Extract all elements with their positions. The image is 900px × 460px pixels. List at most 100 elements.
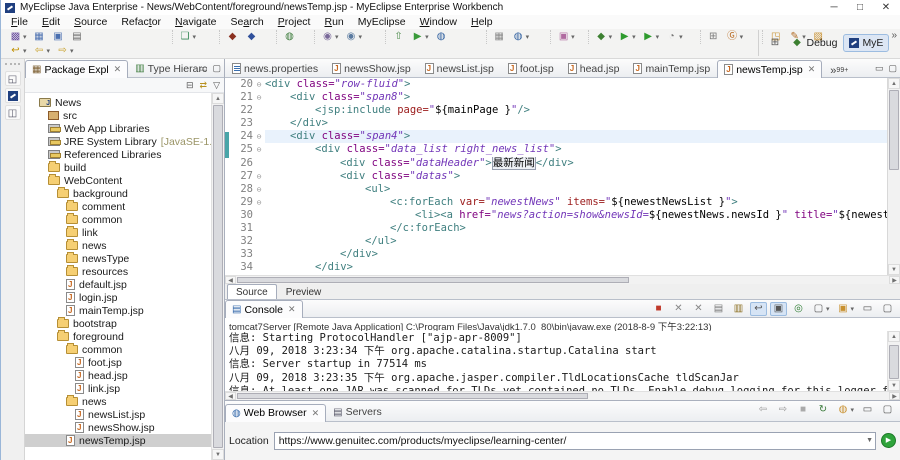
menu-help[interactable]: Help [464,15,500,29]
close-tab-icon[interactable]: ✕ [808,64,816,75]
tree-item-foot-jsp[interactable]: foot.jsp [25,356,211,369]
tree-item-news[interactable]: News [25,96,211,109]
tree-item-link[interactable]: link [25,226,211,239]
console-hscrollbar[interactable]: ◀ ▶ [225,390,900,400]
debug-button[interactable]: ◆ ▾ [593,30,615,44]
maximize-view-button[interactable]: ▢ [212,62,221,74]
fold-collapse-icon[interactable]: ⊖ [253,195,265,209]
editor-tab-news-properties[interactable]: news.properties [225,59,325,77]
tree-item-build[interactable]: build [25,161,211,174]
tree-item-jre-system-library[interactable]: JRE System Library[JavaSE-1.7] [25,135,211,148]
save-button[interactable]: ▦ [31,30,48,44]
tree-item-foreground[interactable]: foreground [25,330,211,343]
menu-navigate[interactable]: Navigate [168,15,223,29]
editor-tab-newslist-jsp[interactable]: newsList.jsp [418,59,501,77]
fold-collapse-icon[interactable]: ⊖ [253,78,265,92]
fold-collapse-icon[interactable]: ⊖ [253,91,265,105]
debug-perspective-button[interactable]: ◆ Debug [784,34,843,52]
editor-scrollbar[interactable]: ▲ ▼ [887,78,900,275]
editor-tab-head-jsp[interactable]: head.jsp [561,59,627,77]
scroll-up-icon[interactable]: ▲ [212,93,224,104]
tree-item-common[interactable]: common [25,213,211,226]
web-globe-button[interactable]: ◍ [433,30,450,44]
code-editor[interactable]: 20 ⊖ <div class="row-fluid"> 21 ⊖ <div class=… [225,78,900,275]
scroll-down-icon[interactable]: ▼ [888,379,900,391]
tree-item-newslist-jsp[interactable]: newsList.jsp [25,408,211,421]
user-install-button[interactable]: ◉ ▾ [319,30,341,44]
menu-window[interactable]: Window [413,15,464,29]
new-table-button[interactable]: ▦ [491,30,508,44]
go-button[interactable]: ▶ [881,433,896,449]
tree-item-newstype[interactable]: newsType [25,252,211,265]
tree-item-web-app-libraries[interactable]: Web App Libraries [25,122,211,135]
tree-item-default-jsp[interactable]: default.jsp [25,278,211,291]
open-perspective-button[interactable]: ⊞ [766,36,783,50]
minimize-view-button[interactable]: ▭ [199,62,208,74]
tree-item-head-jsp[interactable]: head.jsp [25,369,211,382]
remove-launch-button[interactable]: ✕ [670,302,687,316]
run-history-button[interactable]: ▶ ▾ [640,30,662,44]
console-log[interactable]: 信息: Starting ProtocolHandler ["ajp-apr-8… [225,331,887,391]
scroll-down-icon[interactable]: ▼ [212,449,224,460]
print-button[interactable]: ▤ [69,30,86,44]
fold-collapse-icon[interactable]: ⊖ [253,130,265,144]
clear-console-button[interactable]: ▤ [710,302,727,316]
scroll-right-icon[interactable]: ▶ [889,276,900,284]
tree-item-newsshow-jsp[interactable]: newsShow.jsp [25,421,211,434]
hidden-tabs-chevron[interactable]: » 99+ [830,65,848,77]
location-dropdown-icon[interactable]: ▼ [866,437,873,444]
tab-console[interactable]: ▤ Console ✕ [225,300,303,318]
page-tab-source[interactable]: Source [227,284,277,299]
display-console-button[interactable]: ▢ ▾ [810,302,832,316]
tree-item-link-jsp[interactable]: link.jsp [25,382,211,395]
menu-edit[interactable]: Edit [35,15,67,29]
tree-item-news[interactable]: news [25,239,211,252]
link-with-editor-button[interactable]: ⇄ [200,80,208,91]
close-tab-icon[interactable]: ✕ [114,64,122,75]
menu-source[interactable]: Source [67,15,114,29]
run-server-button[interactable]: ▶ ▾ [409,30,431,44]
deploy-cube-button[interactable]: ◆ [224,30,241,44]
scroll-left-icon[interactable]: ◀ [225,391,236,400]
open-view-button[interactable]: ◫ [4,105,21,120]
tree-item-referenced-libraries[interactable]: Referenced Libraries [25,148,211,161]
browser-forward-button[interactable]: ⇨ [774,403,791,417]
myeclipse-perspective-button[interactable]: MyE [843,34,890,52]
close-button[interactable]: ✕ [880,2,892,13]
menu-refactor[interactable]: Refactor [114,15,168,29]
terminate-button[interactable]: ■ [650,302,667,316]
menu-search[interactable]: Search [223,15,270,29]
tree-item-webcontent[interactable]: WebContent [25,174,211,187]
insert-image-button[interactable]: ▣ ▾ [555,30,577,44]
console-scrollbar[interactable]: ▲ ▼ [887,331,900,391]
location-input[interactable] [273,431,876,450]
forward-button[interactable]: ⇨ ▾ [54,44,76,58]
scroll-lock-button[interactable]: ▥ [730,302,747,316]
show-on-output-button[interactable]: ▣ [769,302,787,316]
open-web-button[interactable]: ◍ ▾ [510,30,532,44]
tree-item-comment[interactable]: comment [25,200,211,213]
open-external-button[interactable]: ◍ ▾ [834,403,856,417]
junit-button[interactable]: ⊞ [705,30,722,44]
tab-package-expl[interactable]: ▦ Package Expl ✕ [25,60,129,78]
editor-tab-maintemp-jsp[interactable]: mainTemp.jsp [626,59,717,77]
maximize-browser-button[interactable]: ▢ [879,403,896,417]
page-tab-preview[interactable]: Preview [277,284,331,299]
pin-console-button[interactable]: ◎ [790,302,807,316]
minimize-console-button[interactable]: ▭ [859,302,876,316]
refresh-gen-button[interactable]: Ⓖ ▾ [724,30,746,44]
close-tab-icon[interactable]: ✕ [288,304,296,315]
tree-item-login-jsp[interactable]: login.jsp [25,291,211,304]
project-cube-button[interactable]: ◆ [243,30,260,44]
menu-myeclipse[interactable]: MyEclipse [351,15,413,29]
close-tab-icon[interactable]: ✕ [312,408,320,419]
tree-item-src[interactable]: src [25,109,211,122]
browser-back-button[interactable]: ⇦ [754,403,771,417]
tree-item-maintemp-jsp[interactable]: mainTemp.jsp [25,304,211,317]
grip-handle[interactable] [5,63,20,67]
minimize-view-button[interactable]: ▭ [875,62,884,74]
tree-scrollbar[interactable]: ▲ ▼ [211,93,224,460]
view-menu-button[interactable]: ▽ [213,80,220,91]
profile-button[interactable]: ◔ ▾ [663,30,685,44]
tree-item-bootstrap[interactable]: bootstrap [25,317,211,330]
